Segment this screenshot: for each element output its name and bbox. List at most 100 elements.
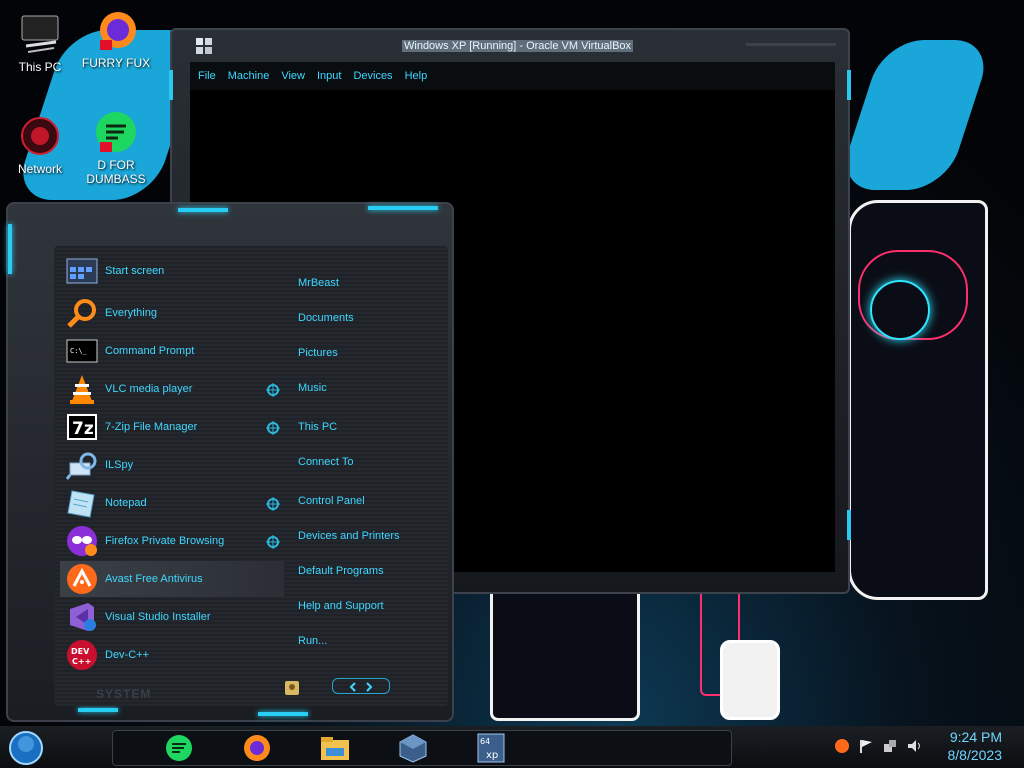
submenu-arrow-icon <box>266 383 280 397</box>
program-label: Everything <box>105 307 157 319</box>
taskbar-firefox-icon[interactable] <box>240 732 274 764</box>
program-dev-cpp[interactable]: DEV C++ Dev-C++ <box>60 637 284 673</box>
windows-logo-icon <box>196 38 212 59</box>
frame-accent <box>8 224 12 274</box>
desktop-icon-label: FURRY FUX <box>81 56 151 70</box>
program-label: Visual Studio Installer <box>105 611 211 623</box>
desktop-icon-network[interactable]: Network <box>4 114 76 176</box>
start-screen-icon <box>66 255 98 287</box>
devcpp-icon: DEV C++ <box>66 639 98 671</box>
program-command-prompt[interactable]: C:\_ Command Prompt <box>60 333 284 369</box>
vlc-cone-icon <box>66 373 98 405</box>
vm-window-titlebar[interactable]: Windows XP [Running] - Oracle VM Virtual… <box>172 30 848 62</box>
program-visual-studio-installer[interactable]: Visual Studio Installer <box>60 599 284 635</box>
place-mrbeast[interactable]: MrBeast <box>298 277 339 289</box>
user-icon[interactable] <box>284 680 300 701</box>
svg-text:DEV: DEV <box>71 647 90 656</box>
tray-flag-icon[interactable] <box>858 738 874 759</box>
taskbar: 64 xp 9:24 PM 8/8/2023 <box>0 726 1024 768</box>
vm-menu-bar: File Machine View Input Devices Help <box>190 62 835 90</box>
svg-text:7z: 7z <box>72 419 94 439</box>
svg-text:64: 64 <box>480 737 490 746</box>
clock-date[interactable]: 8/8/2023 <box>948 747 1003 763</box>
spotify-icon <box>94 110 138 154</box>
submenu-arrow-icon <box>266 497 280 511</box>
taskbar-spotify-icon[interactable] <box>162 732 196 764</box>
chevron-pair-icon <box>349 682 373 692</box>
frame-accent <box>78 708 118 712</box>
menu-help[interactable]: Help <box>405 70 428 82</box>
desktop: This PC FURRY FUX Network D FOR DUMBASS … <box>0 0 1024 768</box>
window-edge-accent <box>847 510 851 540</box>
place-devices-and-printers[interactable]: Devices and Printers <box>298 530 400 542</box>
program-label: Command Prompt <box>105 345 195 357</box>
start-menu: Start screen Everything C:\_ Command Pro… <box>6 202 454 722</box>
ilspy-icon <box>65 449 98 481</box>
visual-studio-icon <box>66 601 98 633</box>
desktop-icon-furry-fux[interactable]: FURRY FUX <box>80 8 152 70</box>
program-ilspy[interactable]: ILSpy <box>60 447 284 483</box>
submenu-arrow-icon <box>266 535 280 549</box>
menu-input[interactable]: Input <box>317 70 341 82</box>
window-edge-accent <box>169 70 173 100</box>
frame-accent <box>258 712 308 716</box>
place-run[interactable]: Run... <box>298 635 327 647</box>
vm-window-title: Windows XP [Running] - Oracle VM Virtual… <box>402 40 634 52</box>
program-start-screen[interactable]: Start screen <box>60 253 284 289</box>
program-label: Notepad <box>105 497 147 509</box>
notepad-icon <box>66 487 98 519</box>
place-music[interactable]: Music <box>298 382 327 394</box>
program-everything[interactable]: Everything <box>60 295 284 331</box>
tray-avast-icon[interactable] <box>834 738 850 759</box>
program-7zip[interactable]: 7z 7-Zip File Manager <box>60 409 284 445</box>
menu-machine[interactable]: Machine <box>228 70 270 82</box>
desktop-icon-this-pc[interactable]: This PC <box>4 12 76 74</box>
program-notepad[interactable]: Notepad <box>60 485 284 521</box>
window-controls[interactable] <box>746 34 836 46</box>
firefox-private-icon <box>66 525 98 557</box>
menu-file[interactable]: File <box>198 70 216 82</box>
network-icon <box>18 114 62 158</box>
program-avast[interactable]: Avast Free Antivirus <box>60 561 284 597</box>
computer-icon <box>18 12 62 56</box>
tray-volume-icon[interactable] <box>906 738 922 759</box>
submenu-arrow-icon <box>266 421 280 435</box>
program-label: 7-Zip File Manager <box>105 421 198 433</box>
frame-accent <box>178 208 228 212</box>
start-orb-button[interactable] <box>6 730 46 768</box>
program-label: Start screen <box>105 265 165 277</box>
svg-text:xp: xp <box>486 750 498 761</box>
program-firefox-private[interactable]: Firefox Private Browsing <box>60 523 284 559</box>
taskbar-vm-xp-icon[interactable]: 64 xp <box>474 732 508 764</box>
place-pictures[interactable]: Pictures <box>298 347 338 359</box>
clock-time[interactable]: 9:24 PM <box>950 729 1002 745</box>
place-documents[interactable]: Documents <box>298 312 354 324</box>
taskbar-virtualbox-icon[interactable] <box>396 732 430 764</box>
menu-view[interactable]: View <box>281 70 305 82</box>
place-help-and-support[interactable]: Help and Support <box>298 600 384 612</box>
terminal-icon: C:\_ <box>66 335 98 367</box>
program-label: Avast Free Antivirus <box>105 573 203 585</box>
window-edge-accent <box>847 70 851 100</box>
taskbar-explorer-icon[interactable] <box>318 732 352 764</box>
power-options-button[interactable] <box>332 678 390 694</box>
program-label: VLC media player <box>105 383 193 395</box>
menu-devices[interactable]: Devices <box>353 70 392 82</box>
firefox-icon <box>94 8 138 52</box>
place-control-panel[interactable]: Control Panel <box>298 495 365 507</box>
place-default-programs[interactable]: Default Programs <box>298 565 384 577</box>
desktop-icon-label: This PC <box>18 60 62 74</box>
program-label: Dev-C++ <box>105 649 150 661</box>
avast-icon <box>66 563 98 595</box>
program-vlc[interactable]: VLC media player <box>60 371 284 407</box>
place-this-pc[interactable]: This PC <box>298 421 337 433</box>
svg-text:C:\_: C:\_ <box>70 347 88 355</box>
system-label: SYSTEM <box>96 687 152 701</box>
tray-network-icon[interactable] <box>882 738 898 759</box>
frame-accent <box>368 206 438 210</box>
desktop-icon-d-for-dumbass[interactable]: D FOR DUMBASS <box>80 110 152 186</box>
desktop-icon-label: D FOR DUMBASS <box>86 158 146 186</box>
program-label: ILSpy <box>105 459 134 471</box>
place-connect-to[interactable]: Connect To <box>298 456 353 468</box>
7zip-icon: 7z <box>66 411 98 443</box>
